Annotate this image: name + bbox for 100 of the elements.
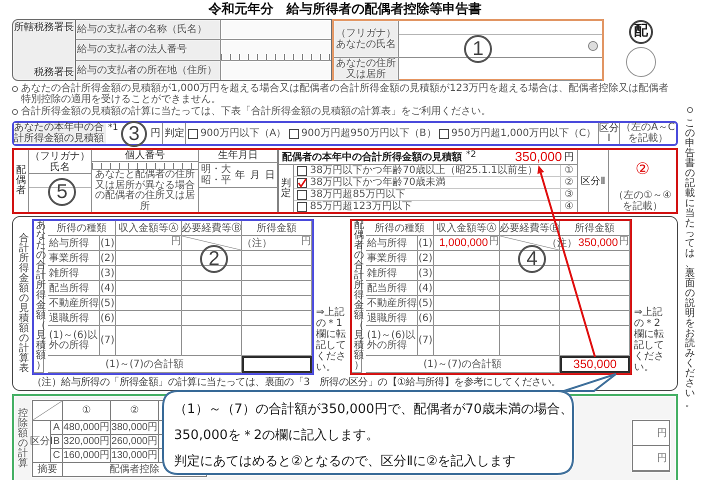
bullet-icon bbox=[12, 86, 18, 92]
table-cell bbox=[500, 296, 560, 311]
table-cell bbox=[500, 311, 560, 326]
row-label: 給与所得 bbox=[48, 236, 100, 251]
stamp-circle-icon bbox=[626, 47, 656, 77]
section-label: 合計所得金額の見積額の計算表 bbox=[18, 232, 30, 376]
field-label: 配偶者の本年中の合計所得金額の見積額 bbox=[282, 152, 462, 163]
unit-label: 円 bbox=[633, 446, 669, 471]
field-label: （フリガナ） bbox=[336, 28, 396, 39]
callout-text: 350,000を＊2の欄に記入します。 bbox=[174, 427, 380, 445]
table-cell bbox=[116, 311, 182, 326]
option-label: 85万円超123万円以下 bbox=[310, 201, 412, 212]
row-label: 不動産所得 bbox=[48, 296, 100, 311]
reference-mark: *2 bbox=[465, 150, 478, 161]
column-header: 所得金額 bbox=[242, 221, 312, 236]
row-label: 退職所得 bbox=[366, 311, 418, 326]
bullet-icon bbox=[687, 107, 693, 113]
table-cell bbox=[434, 326, 500, 356]
hint-text: （左の①～④を記載） bbox=[612, 191, 672, 212]
row-number: (3) bbox=[418, 266, 434, 281]
option-label: 38万円超85万円以下 bbox=[310, 189, 406, 200]
row-number: (4) bbox=[100, 281, 116, 296]
table-cell bbox=[500, 251, 560, 266]
table-cell bbox=[434, 281, 500, 296]
table-cell bbox=[560, 311, 630, 326]
row-label: (1)～(6)以外の所得 bbox=[48, 326, 100, 356]
table-cell: 320,000円 bbox=[63, 435, 111, 449]
option-number: ④ bbox=[560, 201, 577, 212]
era-label: 明・大 bbox=[201, 164, 231, 175]
field-label: 給与の支払者の所在地（住所） bbox=[76, 60, 221, 80]
row-number: (6) bbox=[418, 311, 434, 326]
row-number: (2) bbox=[100, 251, 116, 266]
row-label: 不動産所得 bbox=[366, 296, 418, 311]
field-label: 氏名 bbox=[50, 162, 70, 172]
section-label: 控除額の計算 bbox=[17, 406, 29, 470]
row-label: 雑所得 bbox=[48, 266, 100, 281]
table-cell bbox=[116, 296, 182, 311]
amount-value: 1,000,000 bbox=[439, 236, 488, 250]
table-cell bbox=[116, 281, 182, 296]
row-number: (4) bbox=[418, 281, 434, 296]
field-label: 判定 bbox=[162, 123, 186, 144]
input-field bbox=[242, 356, 312, 373]
field-label: 区分Ⅱ bbox=[578, 150, 609, 212]
side-note: この申告書の記載に当たっては、裏面の説明をお読みください。 bbox=[685, 119, 695, 409]
table-cell bbox=[560, 281, 630, 296]
table-cell bbox=[242, 311, 312, 326]
table-cell: 380,000円 bbox=[111, 421, 159, 435]
row-label: 事業所得 bbox=[48, 251, 100, 266]
unit-label: 円 bbox=[633, 421, 669, 446]
date-label: 年 bbox=[235, 170, 245, 180]
column-header: 所得の種類 bbox=[48, 221, 116, 236]
table-cell bbox=[500, 326, 560, 356]
unit-label: 円 bbox=[171, 236, 181, 247]
row-label: 雑所得 bbox=[366, 266, 418, 281]
era-label: 昭・平 bbox=[201, 175, 231, 186]
row-label: C bbox=[51, 449, 63, 463]
table-cell bbox=[116, 326, 182, 356]
note-text: 合計所得金額の見積額の計算に当たっては、下表「合計所得金額の見積額の計算表」をご利用ください。 bbox=[21, 106, 491, 117]
table-cell bbox=[560, 266, 630, 281]
table-cell bbox=[182, 236, 242, 251]
side-label: 配偶者の合計所得金額（見積額） bbox=[352, 221, 362, 373]
field-label: 給与の支払者の法人番号 bbox=[76, 40, 221, 60]
table-cell: 160,000円 bbox=[63, 449, 111, 463]
circled-number: 1 bbox=[464, 35, 492, 63]
field-label: あなたの本年中の合計所得金額の見積額 bbox=[14, 123, 106, 144]
row-label: (1)～(6)以外の所得 bbox=[366, 326, 418, 356]
row-number: (5) bbox=[418, 296, 434, 311]
section-label: 配偶者 bbox=[14, 150, 29, 212]
row-number: (7) bbox=[100, 326, 116, 356]
field-label: あなたの住所又は居所 bbox=[335, 58, 397, 80]
table-cell bbox=[434, 296, 500, 311]
field-label: 個人番号 bbox=[92, 150, 198, 162]
row-label: A bbox=[51, 421, 63, 435]
total-label: (1)～(7)の合計額 bbox=[48, 356, 242, 373]
circled-number: 3 bbox=[121, 121, 147, 147]
table-cell bbox=[182, 311, 242, 326]
field-label: あなたの氏名 bbox=[336, 39, 396, 50]
table-cell bbox=[182, 281, 242, 296]
unit-label: 円 bbox=[619, 236, 629, 247]
amount-value: 350,000 bbox=[578, 236, 618, 250]
field-label: 区分Ⅰ bbox=[598, 123, 620, 144]
note-text: ⇒上記の＊2欄に転記してください。 bbox=[633, 307, 665, 373]
field-label: 生年月日 bbox=[199, 150, 277, 163]
date-label: 月 bbox=[250, 170, 260, 180]
bullet-icon bbox=[12, 109, 18, 115]
form-title: 令和元年分 給与所得者の配偶者控除等申告書 bbox=[207, 0, 482, 19]
row-label: 配当所得 bbox=[366, 281, 418, 296]
total-label: (1)～(7)の合計額 bbox=[366, 356, 560, 373]
table-cell bbox=[182, 266, 242, 281]
table-cell bbox=[116, 266, 182, 281]
option-label: 950万円超1,000万円以下（C） bbox=[451, 128, 596, 139]
table-cell bbox=[182, 296, 242, 311]
unit-label: 円 bbox=[301, 236, 311, 247]
amount-value: 350,000 bbox=[515, 150, 562, 164]
hint-text: （左のA～Cを記載） bbox=[620, 123, 676, 144]
date-label: 日 bbox=[265, 170, 275, 180]
footnote-text: （注）給与所得の「所得金額」の計算に当たっては、裏面の「3 所得の区分」の【①給与所得】を参考にしてください。 bbox=[32, 376, 562, 388]
category-value: ② bbox=[635, 160, 650, 178]
form-mark: 配 bbox=[629, 20, 653, 44]
table-cell bbox=[182, 251, 242, 266]
